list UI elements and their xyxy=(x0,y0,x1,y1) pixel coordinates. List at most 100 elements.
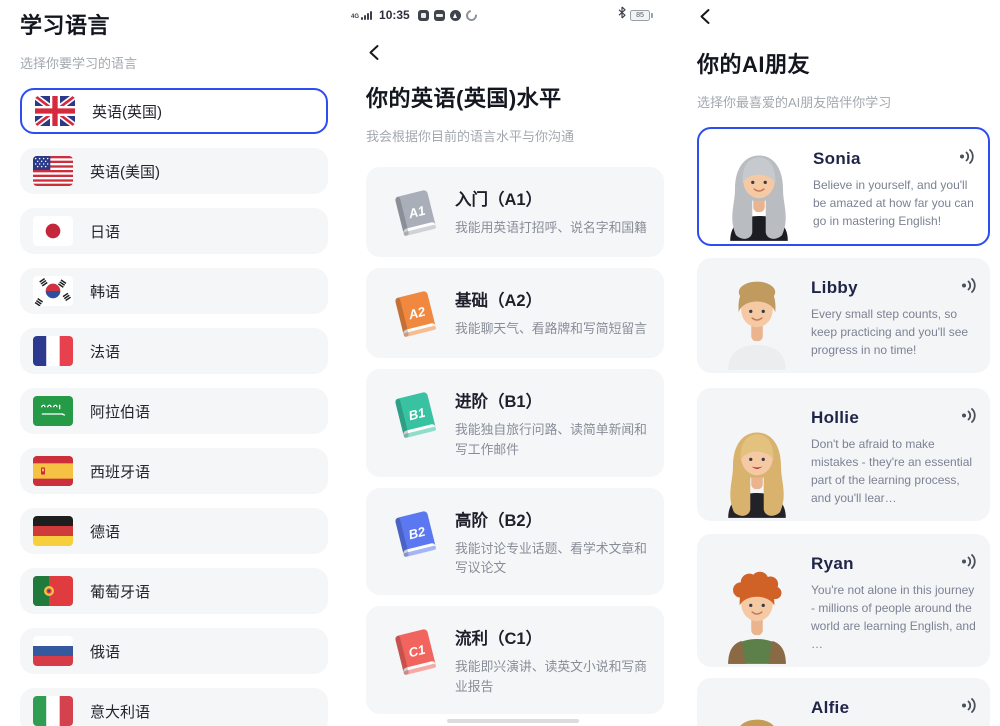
language-option-english-uk[interactable]: 英语(英国) xyxy=(20,88,328,134)
language-label: 日语 xyxy=(90,221,120,242)
voice-preview-icon[interactable] xyxy=(961,698,978,718)
friend-name: Alfie xyxy=(811,698,849,718)
language-label: 英语(美国) xyxy=(90,161,160,182)
page-title: 你的AI朋友 xyxy=(697,47,1000,79)
voice-preview-icon[interactable] xyxy=(961,408,978,428)
language-screen: 学习语言 选择你要学习的语言 英语(英国) xyxy=(0,0,333,726)
level-name: 流利（C1） xyxy=(455,625,656,649)
level-name: 进阶（B1） xyxy=(455,388,656,412)
page-title: 你的英语(英国)水平 xyxy=(366,81,666,113)
status-bar: 4G 10:35 85 xyxy=(351,7,653,23)
page-subtitle: 选择你最喜爱的AI朋友陪伴你学习 xyxy=(697,92,1000,111)
page-subtitle: 选择你要学习的语言 xyxy=(20,53,333,72)
language-option-french[interactable]: 法语 xyxy=(20,328,328,374)
book-b1-icon: B1 xyxy=(388,388,442,442)
level-description: 我能独自旅行问路、读简单新闻和写工作邮件 xyxy=(455,420,656,460)
language-label: 德语 xyxy=(90,521,120,542)
book-a2-icon: A2 xyxy=(388,287,442,341)
back-button[interactable] xyxy=(697,8,714,25)
flag-korea-icon xyxy=(33,276,73,306)
book-a1-icon: A1 xyxy=(388,186,442,240)
friend-option-alfie[interactable]: Alfie The more you practice, the more co… xyxy=(697,678,990,726)
level-description: 我能讨论专业话题、看学术文章和写议论文 xyxy=(455,539,656,579)
language-label: 阿拉伯语 xyxy=(90,401,150,422)
level-option-b1[interactable]: B1 进阶（B1） 我能独自旅行问路、读简单新闻和写工作邮件 xyxy=(366,369,664,477)
flag-portugal-icon xyxy=(33,576,73,606)
flag-uk-icon xyxy=(35,96,75,126)
page-title: 学习语言 xyxy=(20,8,333,40)
back-button[interactable] xyxy=(366,44,383,61)
level-screen: 4G 10:35 85 你的英语(英国 xyxy=(333,0,666,726)
sync-icon xyxy=(464,7,479,22)
bluetooth-icon xyxy=(618,6,626,24)
level-name: 基础（A2） xyxy=(455,287,647,311)
language-option-german[interactable]: 德语 xyxy=(20,508,328,554)
language-option-english-us[interactable]: 英语(美国) xyxy=(20,148,328,194)
language-option-japanese[interactable]: 日语 xyxy=(20,208,328,254)
voice-preview-icon[interactable] xyxy=(961,278,978,298)
flag-france-icon xyxy=(33,336,73,366)
app-screens: 学习语言 选择你要学习的语言 英语(英国) xyxy=(0,0,1000,726)
language-option-italian[interactable]: 意大利语 xyxy=(20,688,328,726)
language-option-russian[interactable]: 俄语 xyxy=(20,628,328,674)
friend-quote: Believe in yourself, and you'll be amaze… xyxy=(813,176,976,230)
language-option-spanish[interactable]: 西班牙语 xyxy=(20,448,328,494)
battery-percent: 85 xyxy=(630,10,650,21)
language-label: 葡萄牙语 xyxy=(90,581,150,602)
avatar-hollie xyxy=(709,418,805,518)
signal-icon: 4G xyxy=(351,11,372,20)
friend-quote: Don't be afraid to make mistakes - they'… xyxy=(811,435,978,507)
flag-italy-icon xyxy=(33,696,73,726)
language-list: 英语(英国) 英语(美国) 日语 xyxy=(20,88,333,726)
language-label: 意大利语 xyxy=(90,701,150,722)
flag-germany-icon xyxy=(33,516,73,546)
level-description: 我能用英语打招呼、说名字和国籍 xyxy=(455,218,647,238)
language-option-arabic[interactable]: 阿拉伯语 xyxy=(20,388,328,434)
page-subtitle: 我会根据你目前的语言水平与你沟通 xyxy=(366,126,666,145)
voice-preview-icon[interactable] xyxy=(959,149,976,169)
avatar-sonia xyxy=(711,141,807,241)
friend-name: Sonia xyxy=(813,149,861,169)
level-option-a1[interactable]: A1 入门（A1） 我能用英语打招呼、说名字和国籍 xyxy=(366,167,664,257)
notification-icon-1 xyxy=(418,10,429,21)
friend-option-hollie[interactable]: Hollie Don't be afraid to make mistakes … xyxy=(697,388,990,521)
friend-option-sonia[interactable]: Sonia Believe in yourself, and you'll be… xyxy=(697,127,990,246)
language-label: 韩语 xyxy=(90,281,120,302)
friend-option-ryan[interactable]: Ryan You're not alone in this journey - … xyxy=(697,534,990,667)
level-name: 入门（A1） xyxy=(455,186,647,210)
flag-us-icon xyxy=(33,156,73,186)
avatar-alfie xyxy=(709,708,805,726)
language-option-portuguese[interactable]: 葡萄牙语 xyxy=(20,568,328,614)
friends-screen: 你的AI朋友 选择你最喜爱的AI朋友陪伴你学习 Sonia xyxy=(667,0,1000,726)
language-label: 英语(英国) xyxy=(92,101,162,122)
friend-quote: You're not alone in this journey - milli… xyxy=(811,581,978,653)
flag-japan-icon xyxy=(33,216,73,246)
friend-name: Libby xyxy=(811,278,858,298)
level-name: 高阶（B2） xyxy=(455,507,656,531)
book-b2-icon: B2 xyxy=(388,507,442,561)
avatar-libby xyxy=(709,270,805,370)
friend-name: Ryan xyxy=(811,554,854,574)
voice-preview-icon[interactable] xyxy=(961,554,978,574)
friend-list: Sonia Believe in yourself, and you'll be… xyxy=(697,127,1000,726)
language-label: 俄语 xyxy=(90,641,120,662)
avatar-ryan xyxy=(709,564,805,664)
friend-name: Hollie xyxy=(811,408,859,428)
language-option-korean[interactable]: 韩语 xyxy=(20,268,328,314)
home-indicator[interactable] xyxy=(447,719,579,723)
book-c1-icon: C1 xyxy=(388,625,442,679)
language-label: 西班牙语 xyxy=(90,461,150,482)
flag-spain-icon xyxy=(33,456,73,486)
notification-icon-2 xyxy=(434,10,445,21)
clock-text: 10:35 xyxy=(379,8,410,22)
network-type-label: 4G xyxy=(351,14,359,20)
upload-notification-icon xyxy=(450,10,461,21)
flag-russia-icon xyxy=(33,636,73,666)
language-label: 法语 xyxy=(90,341,120,362)
battery-icon: 85 xyxy=(630,10,653,21)
level-description: 我能即兴演讲、读英文小说和写商业报告 xyxy=(455,657,656,697)
level-option-b2[interactable]: B2 高阶（B2） 我能讨论专业话题、看学术文章和写议论文 xyxy=(366,488,664,596)
level-option-a2[interactable]: A2 基础（A2） 我能聊天气、看路牌和写简短留言 xyxy=(366,268,664,358)
level-option-c1[interactable]: C1 流利（C1） 我能即兴演讲、读英文小说和写商业报告 xyxy=(366,606,664,714)
friend-option-libby[interactable]: Libby Every small step counts, so keep p… xyxy=(697,258,990,373)
